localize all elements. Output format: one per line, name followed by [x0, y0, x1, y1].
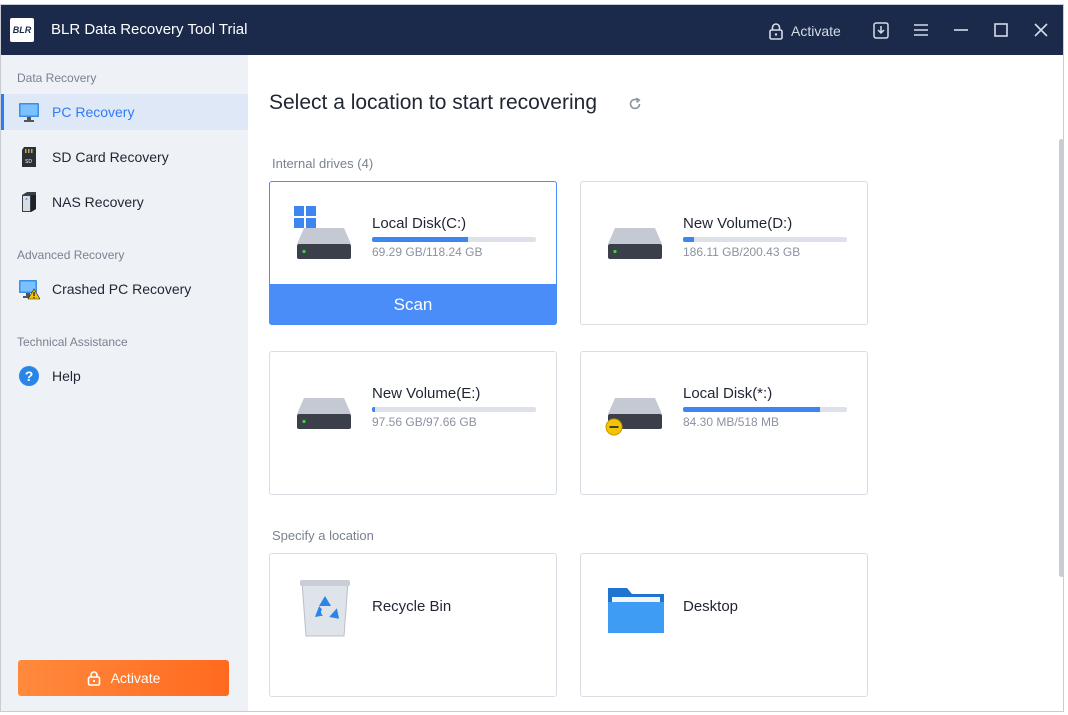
usage-bar	[683, 237, 847, 242]
usage-bar	[372, 407, 536, 412]
internal-drives-label: Internal drives (4)	[272, 156, 374, 171]
section-label-advanced-recovery: Advanced Recovery	[17, 248, 125, 262]
sidebar-item-sd-card-recovery[interactable]: SD SD Card Recovery	[1, 139, 248, 175]
sidebar-item-nas-recovery[interactable]: NAS Recovery	[1, 184, 248, 220]
minus-badge-icon	[605, 418, 623, 436]
sd-card-icon: SD	[22, 147, 36, 167]
titlebar-activate-button[interactable]: Activate	[768, 19, 841, 43]
crashed-pc-icon	[19, 280, 40, 300]
sidebar-item-label: SD Card Recovery	[52, 149, 169, 165]
drive-size: 69.29 GB/118.24 GB	[372, 245, 483, 259]
usage-fill	[683, 407, 821, 412]
titlebar-activate-label: Activate	[791, 23, 841, 39]
menu-icon[interactable]	[910, 19, 932, 41]
close-icon[interactable]	[1030, 19, 1052, 41]
download-icon[interactable]	[870, 19, 892, 41]
sidebar-item-label: Help	[52, 368, 81, 384]
usage-fill	[683, 237, 695, 242]
drive-card-unlettered[interactable]: Local Disk(*:) 84.30 MB/518 MB	[580, 351, 868, 495]
drive-card-e[interactable]: New Volume(E:) 97.56 GB/97.66 GB	[269, 351, 557, 495]
svg-text:SD: SD	[25, 159, 32, 165]
monitor-icon	[19, 103, 39, 122]
drive-name: New Volume(E:)	[372, 385, 481, 402]
sidebar-activate-button[interactable]: Activate	[18, 660, 229, 696]
minimize-icon[interactable]	[950, 19, 972, 41]
location-card-recycle-bin[interactable]: Recycle Bin	[269, 553, 557, 697]
recycle-bin-icon	[300, 580, 350, 637]
drive-name: Local Disk(C:)	[372, 215, 467, 232]
sidebar-item-label: NAS Recovery	[52, 194, 144, 210]
refresh-icon[interactable]	[628, 97, 642, 111]
sidebar-item-pc-recovery[interactable]: PC Recovery	[1, 94, 248, 130]
usage-fill	[372, 407, 376, 412]
sidebar-item-label: PC Recovery	[52, 104, 135, 120]
location-name: Recycle Bin	[372, 598, 452, 615]
app-window: BLR BLR Data Recovery Tool Trial Activat…	[0, 4, 1064, 712]
drive-size: 97.56 GB/97.66 GB	[372, 415, 477, 429]
nas-icon	[22, 192, 36, 212]
hard-drive-icon	[297, 398, 351, 429]
location-name: Desktop	[683, 598, 739, 615]
svg-text:?: ?	[25, 368, 34, 384]
sidebar-item-label: Crashed PC Recovery	[52, 281, 192, 297]
drive-size: 84.30 MB/518 MB	[683, 415, 780, 429]
section-label-technical-assistance: Technical Assistance	[17, 335, 128, 349]
hard-drive-icon	[297, 228, 351, 259]
drive-name: New Volume(D:)	[683, 215, 793, 232]
lock-icon	[87, 671, 100, 686]
scan-button[interactable]: Scan	[269, 284, 557, 325]
usage-bar	[683, 407, 847, 412]
specify-location-label: Specify a location	[272, 528, 374, 543]
windows-icon	[294, 206, 316, 228]
section-label-data-recovery: Data Recovery	[17, 71, 97, 85]
hard-drive-icon	[608, 228, 662, 259]
usage-bar	[372, 237, 536, 242]
app-title: BLR Data Recovery Tool Trial	[51, 21, 248, 38]
scrollbar-thumb[interactable]	[1059, 139, 1063, 577]
folder-icon	[608, 588, 664, 633]
main-content: Select a location to start recovering In…	[248, 55, 1063, 711]
sidebar: Data Recovery PC Recovery SD SD Card Rec…	[1, 55, 248, 711]
drive-card-c[interactable]: Local Disk(C:) 69.29 GB/118.24 GB Scan	[269, 181, 557, 325]
title-bar: BLR BLR Data Recovery Tool Trial Activat…	[1, 5, 1063, 55]
location-card-desktop[interactable]: Desktop	[580, 553, 868, 697]
drive-card-d[interactable]: New Volume(D:) 186.11 GB/200.43 GB	[580, 181, 868, 325]
maximize-icon[interactable]	[990, 19, 1012, 41]
usage-fill	[372, 237, 469, 242]
sidebar-activate-label: Activate	[110, 670, 161, 686]
drive-name: Local Disk(*:)	[683, 385, 773, 402]
help-icon: ?	[19, 366, 39, 386]
lock-icon	[769, 23, 783, 40]
drive-size: 186.11 GB/200.43 GB	[683, 245, 801, 259]
sidebar-item-crashed-pc-recovery[interactable]: Crashed PC Recovery	[1, 271, 248, 307]
page-title: Select a location to start recovering	[269, 91, 598, 114]
sidebar-item-help[interactable]: ? Help	[1, 358, 248, 394]
app-logo: BLR	[10, 18, 34, 42]
